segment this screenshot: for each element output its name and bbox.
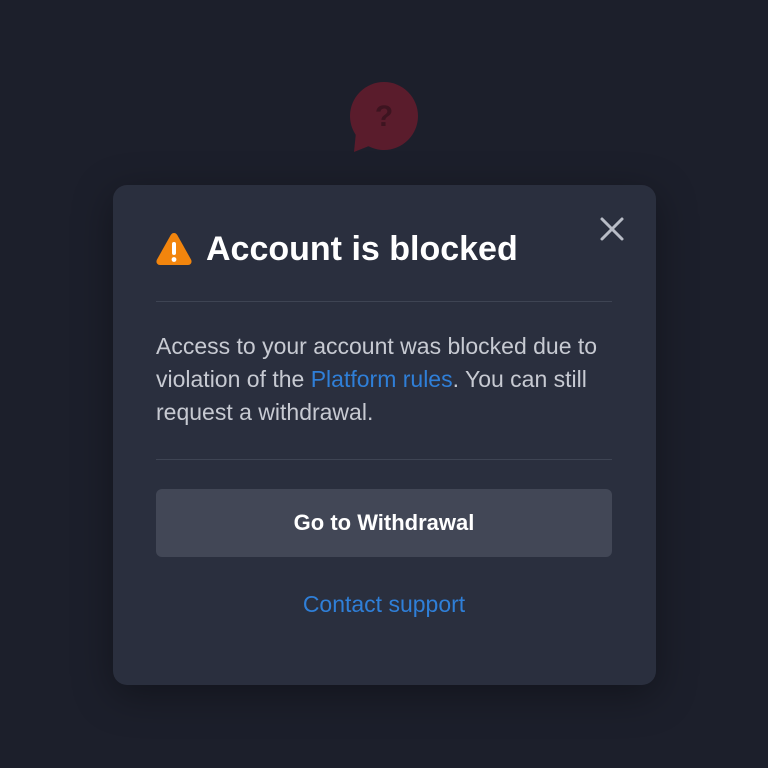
platform-rules-link[interactable]: Platform rules — [311, 366, 453, 392]
account-blocked-modal: Account is blocked Access to your accoun… — [113, 185, 656, 685]
svg-text:?: ? — [375, 100, 393, 133]
close-icon[interactable] — [597, 214, 627, 244]
page: ? Y s Account is blocked — [0, 0, 768, 768]
divider — [156, 301, 612, 302]
go-to-withdrawal-button[interactable]: Go to Withdrawal — [156, 489, 612, 557]
divider — [156, 459, 612, 460]
chat-question-icon: ? — [350, 82, 418, 152]
modal-title: Account is blocked — [206, 229, 518, 268]
modal-message: Access to your account was blocked due t… — [156, 330, 612, 429]
close-button[interactable] — [597, 214, 627, 244]
warning-icon — [156, 233, 192, 265]
contact-support-link[interactable]: Contact support — [156, 591, 612, 618]
modal-header: Account is blocked — [155, 227, 518, 271]
